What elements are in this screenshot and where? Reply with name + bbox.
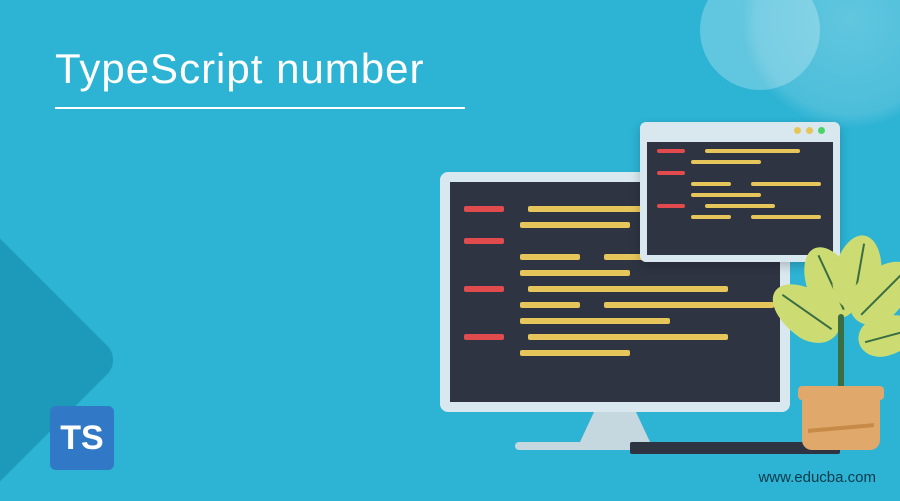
typescript-logo: TS: [50, 406, 114, 470]
source-url: www.educba.com: [758, 469, 876, 486]
illustration-scene: [440, 172, 790, 450]
monitor-illustration: [440, 172, 790, 412]
monitor-stand: [580, 412, 650, 442]
logo-text: TS: [60, 419, 103, 458]
plant-illustration: [770, 250, 900, 450]
plant-pot: [802, 390, 880, 450]
page-title: TypeScript number: [55, 45, 425, 93]
plant-stem: [838, 314, 844, 394]
popup-window-illustration: [640, 122, 840, 262]
window-controls-icon: [794, 127, 825, 134]
